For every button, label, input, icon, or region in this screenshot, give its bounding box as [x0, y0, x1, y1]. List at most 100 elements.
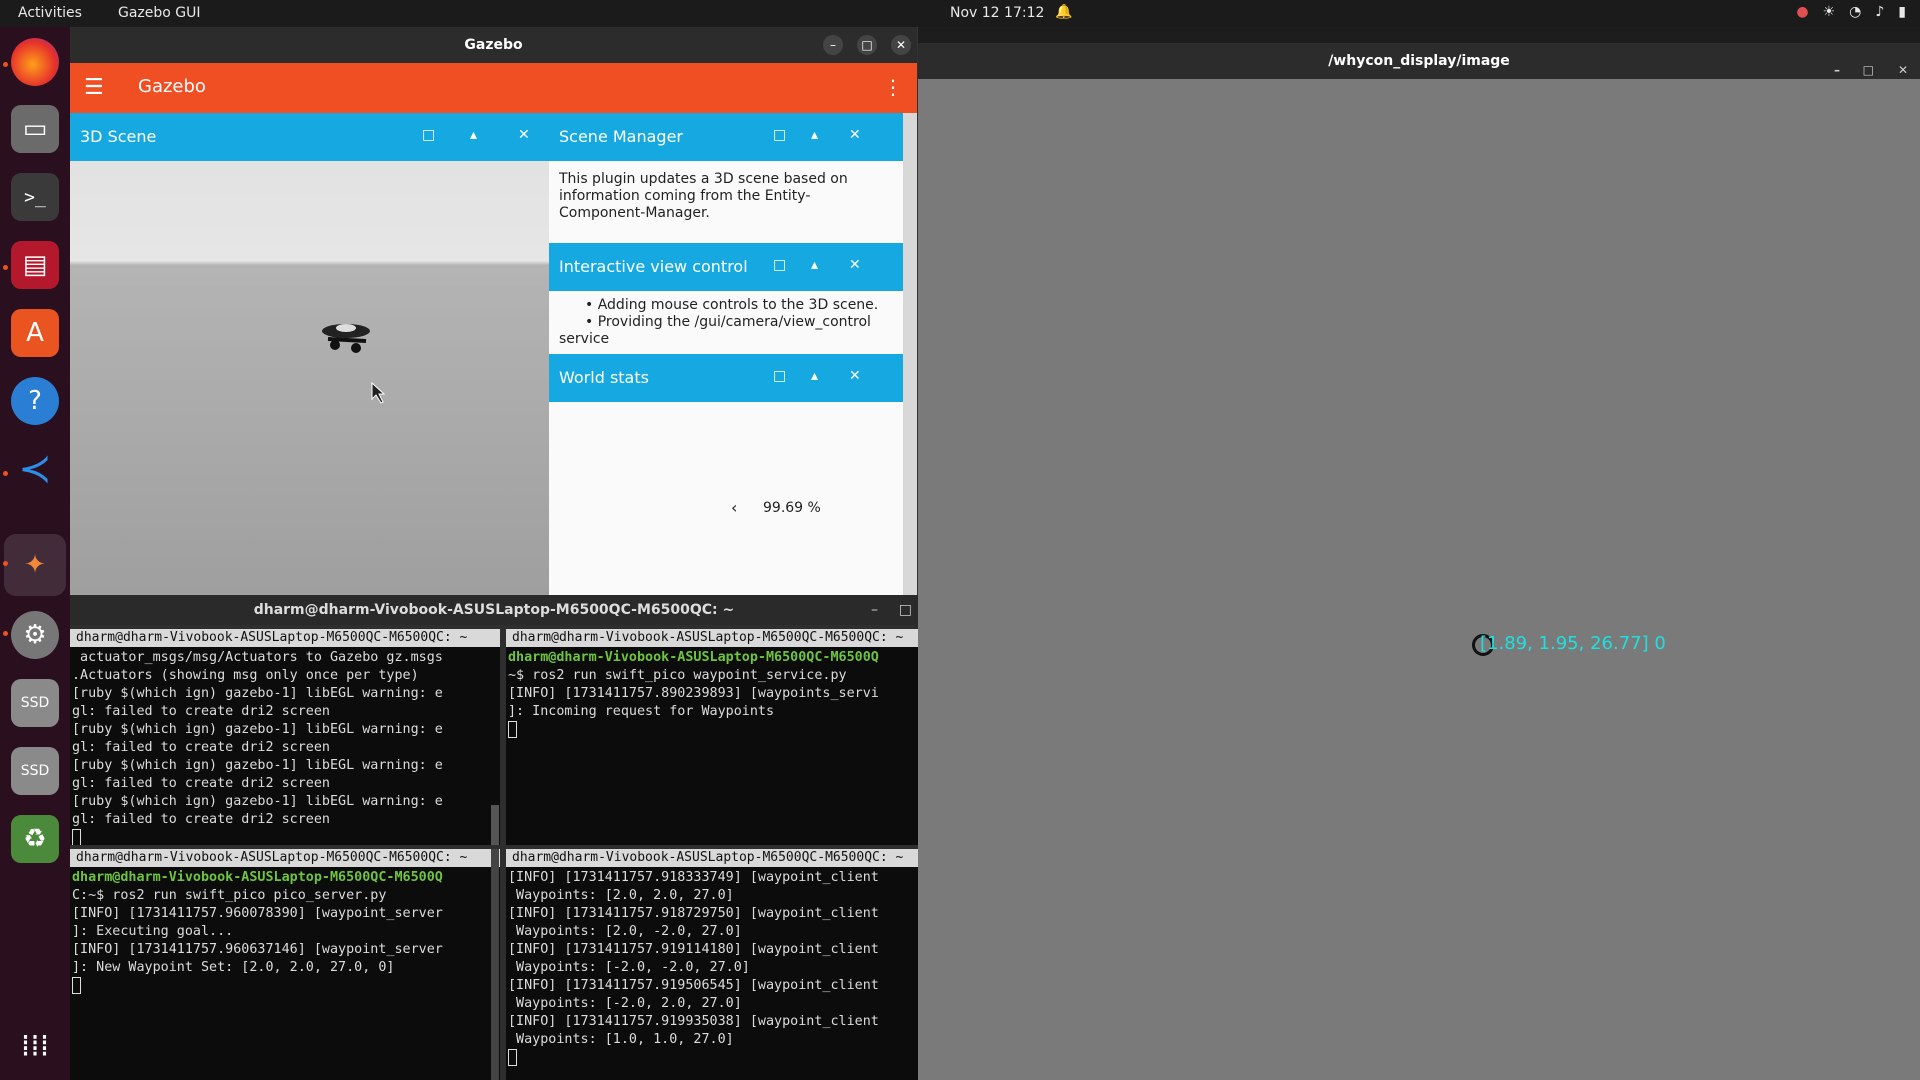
terminal-pane-bottom-right[interactable]: dharm@dharm-Vivobook-ASUSLaptop-M6500QC-…	[506, 849, 918, 1080]
maximize-button[interactable]: □	[1863, 52, 1874, 88]
pane-output[interactable]: dharm@dharm-Vivobook-ASUSLaptop-M6500QC-…	[70, 867, 500, 997]
window-titlebar[interactable]: dharm@dharm-Vivobook-ASUSLaptop-M6500QC-…	[70, 595, 918, 625]
hamburger-menu-icon[interactable]: ☰	[84, 75, 104, 100]
activities-button[interactable]: Activities	[18, 5, 82, 21]
app-bar: ☰ Gazebo ⋮	[70, 63, 917, 113]
screen-recorder-icon[interactable]: ▤	[11, 241, 59, 289]
output-line: ]: Executing goal...	[72, 924, 234, 939]
collapse-panel-icon[interactable]: ▴	[811, 368, 818, 384]
pane-header[interactable]: dharm@dharm-Vivobook-ASUSLaptop-M6500QC-…	[506, 849, 918, 867]
trash-icon[interactable]: ♻	[11, 815, 59, 863]
output-line: [INFO] [1731411757.919506545] [waypoint_…	[508, 978, 879, 993]
window-titlebar[interactable]: Gazebo – □ ✕	[70, 27, 917, 63]
wifi-icon: ◔	[1849, 4, 1862, 20]
panel-scrollbar[interactable]	[903, 113, 917, 595]
close-panel-icon[interactable]: ✕	[849, 127, 861, 143]
view-control-header: Interactive view control □ ▴ ✕	[549, 243, 903, 291]
terminal-pane-top-left[interactable]: dharm@dharm-Vivobook-ASUSLaptop-M6500QC-…	[70, 629, 500, 845]
maximize-panel-icon[interactable]: □	[773, 368, 786, 384]
output-line: [INFO] [1731411757.919114180] [waypoint_…	[508, 942, 879, 957]
maximize-button[interactable]: □	[899, 595, 912, 625]
output-line: [INFO] [1731411757.890239893] [waypoints…	[508, 686, 879, 701]
pane-header[interactable]: dharm@dharm-Vivobook-ASUSLaptop-M6500QC-…	[506, 629, 918, 647]
scene-manager-description: This plugin updates a 3D scene based on …	[549, 161, 903, 243]
bullet-continuation: service	[559, 331, 610, 347]
close-panel-icon[interactable]: ✕	[849, 257, 861, 273]
app-grid-icon[interactable]: ⁞⁞⁞	[11, 1022, 59, 1070]
window-title: dharm@dharm-Vivobook-ASUSLaptop-M6500QC-…	[253, 602, 735, 618]
collapse-panel-icon[interactable]: ▴	[811, 257, 818, 273]
output-line: Waypoints: [2.0, 2.0, 27.0]	[516, 888, 734, 903]
help-icon[interactable]: ?	[11, 377, 59, 425]
settings-icon[interactable]: ⚙	[11, 611, 59, 659]
output-line: Waypoints: [2.0, -2.0, 27.0]	[516, 924, 742, 939]
firefox-icon[interactable]	[11, 38, 59, 86]
close-panel-icon[interactable]: ✕	[849, 368, 861, 384]
screencast-icon[interactable]: ●	[1796, 4, 1808, 20]
ssd-icon[interactable]: SSD	[11, 679, 59, 727]
focused-app-menu[interactable]: Gazebo GUI	[118, 5, 201, 21]
minimize-button[interactable]: –	[871, 595, 878, 625]
files-icon[interactable]: ▭	[11, 105, 59, 153]
panel-title: World stats	[559, 368, 649, 387]
drone-model[interactable]	[70, 161, 549, 595]
maximize-panel-icon[interactable]: □	[773, 257, 786, 273]
maximize-panel-icon[interactable]: □	[422, 127, 435, 143]
pane-header[interactable]: dharm@dharm-Vivobook-ASUSLaptop-M6500QC-…	[70, 629, 500, 647]
window-title: /whycon_display/image	[1328, 53, 1510, 69]
3d-scene-viewport[interactable]	[70, 161, 549, 595]
pane-scrollbar[interactable]	[491, 805, 499, 845]
pane-scrollbar[interactable]	[491, 849, 499, 1080]
bullet-item: • Adding mouse controls to the 3D scene.	[585, 297, 879, 313]
collapse-panel-icon[interactable]: ▴	[470, 127, 477, 143]
window-title: Gazebo	[464, 37, 523, 53]
window-titlebar[interactable]: /whycon_display/image – □ ✕	[918, 43, 1920, 79]
panel-title: Scene Manager	[559, 127, 683, 146]
output-line: gl: failed to create dri2 screen	[72, 812, 330, 827]
panel-title: Interactive view control	[559, 257, 748, 276]
collapse-panel-icon[interactable]: ▴	[811, 127, 818, 143]
output-line: [INFO] [1731411757.960637146] [waypoint_…	[72, 942, 443, 957]
output-line: Waypoints: [1.0, 1.0, 27.0]	[516, 1032, 734, 1047]
output-line: [ruby $(which ign) gazebo-1] libEGL warn…	[72, 722, 443, 737]
pane-output[interactable]: actuator_msgs/msg/Actuators to Gazebo gz…	[70, 647, 500, 845]
system-tray[interactable]: ● ☀ ◔ ♪ ▮	[1796, 4, 1906, 20]
output-line: [ruby $(which ign) gazebo-1] libEGL warn…	[72, 758, 443, 773]
close-button[interactable]: ✕	[891, 35, 911, 55]
terminal-pane-top-right[interactable]: dharm@dharm-Vivobook-ASUSLaptop-M6500QC-…	[506, 629, 918, 845]
gazebo-icon[interactable]: ✦	[11, 541, 59, 589]
close-button[interactable]: ✕	[1898, 52, 1908, 88]
bullet-item: • Providing the /gui/camera/view_control	[585, 314, 871, 330]
pane-output[interactable]: [INFO] [1731411757.918333749] [waypoint_…	[506, 867, 918, 1069]
more-options-icon[interactable]: ⋮	[883, 75, 903, 99]
expand-stats-icon[interactable]: ‹	[731, 498, 737, 517]
minimize-button[interactable]: –	[1834, 52, 1840, 88]
minimize-button[interactable]: –	[823, 35, 843, 55]
terminal-cursor	[72, 977, 81, 994]
close-panel-icon[interactable]: ✕	[518, 127, 530, 143]
bullet-text: Providing the /gui/camera/view_control	[597, 314, 871, 330]
app-center-icon[interactable]: A	[11, 309, 59, 357]
scene-manager-header: Scene Manager □ ▴ ✕	[549, 113, 903, 161]
maximize-button[interactable]: □	[857, 35, 877, 55]
bell-icon[interactable]: 🔔	[1055, 4, 1072, 20]
whycon-image-window: /whycon_display/image – □ ✕ [1.89, 1.95,…	[918, 43, 1920, 1080]
world-stats-body: ‹ 99.69 %	[549, 402, 903, 595]
prompt-user: dharm@dharm-Vivobook-ASUSLaptop-M6500QC-…	[72, 870, 443, 885]
ssd-icon[interactable]: SSD	[11, 747, 59, 795]
pane-header[interactable]: dharm@dharm-Vivobook-ASUSLaptop-M6500QC-…	[70, 849, 500, 867]
vscode-icon[interactable]: ≺	[11, 445, 59, 493]
volume-icon: ♪	[1875, 4, 1885, 20]
terminal-pane-bottom-left[interactable]: dharm@dharm-Vivobook-ASUSLaptop-M6500QC-…	[70, 849, 500, 1080]
pane-lines: [INFO] [1731411757.960078390] [waypoint_…	[72, 906, 443, 994]
scene-panel-header: 3D Scene □ ▴ ✕	[70, 113, 549, 161]
output-line: Waypoints: [-2.0, -2.0, 27.0]	[516, 960, 750, 975]
command-line: ~$ ros2 run swift_pico waypoint_service.…	[508, 668, 847, 683]
terminal-icon[interactable]: >_	[11, 173, 59, 221]
output-line: gl: failed to create dri2 screen	[72, 740, 330, 755]
maximize-panel-icon[interactable]: □	[773, 127, 786, 143]
pane-output[interactable]: dharm@dharm-Vivobook-ASUSLaptop-M6500QC-…	[506, 647, 918, 741]
output-line: [INFO] [1731411757.919935038] [waypoint_…	[508, 1014, 879, 1029]
clock[interactable]: Nov 12 17:12	[950, 5, 1044, 21]
gazebo-window: Gazebo – □ ✕ ☰ Gazebo ⋮ 3D Scene □ ▴ ✕ S…	[70, 27, 918, 595]
